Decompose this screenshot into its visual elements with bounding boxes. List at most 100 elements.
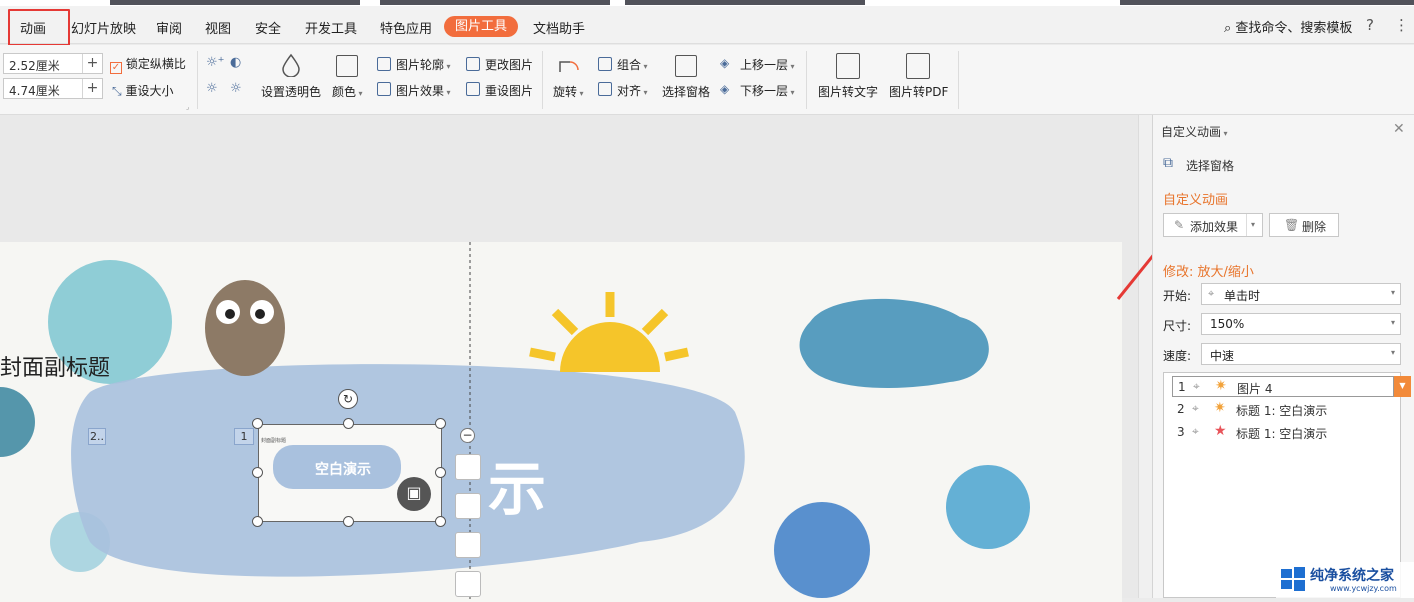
- outline-button[interactable]: 图片轮廓 ▾: [396, 56, 451, 73]
- start-select[interactable]: ⌖ 单击时 ▾: [1201, 283, 1401, 305]
- pane-header[interactable]: 自定义动画 ▾: [1161, 123, 1228, 140]
- watermark-url: www.ycwjzy.com: [1330, 584, 1397, 593]
- rotate-icon[interactable]: [557, 54, 581, 76]
- resize-handle[interactable]: [252, 418, 263, 429]
- height-field[interactable]: 2.52厘米 +: [3, 53, 103, 74]
- resize-handle[interactable]: [435, 418, 446, 429]
- image-icon[interactable]: ▣: [397, 477, 431, 511]
- list-item[interactable]: 3 ⌖ ★ 标题 1: 空白演示: [1172, 422, 1394, 443]
- zoom-in-icon[interactable]: [455, 571, 481, 597]
- help-icon[interactable]: ?: [1366, 16, 1374, 34]
- item-name: 标题 1: 空白演示: [1236, 404, 1328, 418]
- ribbon-divider: [197, 51, 198, 109]
- menu-security[interactable]: 安全: [255, 18, 281, 37]
- list-item[interactable]: 2 ⌖ ✷ 标题 1: 空白演示: [1172, 399, 1394, 420]
- lock-ratio-checkbox[interactable]: ✓ 锁定纵横比: [110, 55, 186, 74]
- mouse-icon: ⌖: [1192, 424, 1199, 438]
- watermark: 纯净系统之家 www.ycwjzy.com: [1276, 562, 1414, 598]
- pencil-icon: ✎: [1174, 218, 1185, 232]
- width-plus-button[interactable]: +: [82, 79, 102, 98]
- delete-label: 删除: [1302, 220, 1327, 234]
- send-backward-icon: ◈: [720, 82, 730, 96]
- transparency-label[interactable]: 设置透明色: [261, 83, 321, 100]
- menu-review[interactable]: 审阅: [156, 18, 182, 37]
- more-icon[interactable]: ⋮: [1394, 16, 1409, 34]
- close-icon[interactable]: ✕: [1393, 121, 1405, 137]
- slide[interactable]: 封面副标题 示 2.. 1 空白演示 封面副标题 ▣ ↻ −: [0, 242, 1122, 602]
- group-button[interactable]: 组合 ▾: [617, 56, 648, 73]
- pic-to-pdf-icon[interactable]: [906, 53, 930, 79]
- size-select[interactable]: 150% ▾: [1201, 313, 1401, 335]
- section-title: 自定义动画: [1163, 193, 1229, 208]
- brightness-up-icon[interactable]: ☼⁺: [206, 55, 225, 70]
- height-plus-button[interactable]: +: [82, 54, 102, 73]
- size-value: 150%: [1210, 317, 1245, 331]
- resize-handle[interactable]: [252, 516, 263, 527]
- item-dropdown-icon[interactable]: ▼: [1394, 376, 1411, 397]
- send-backward-button[interactable]: 下移一层 ▾: [740, 82, 795, 99]
- speed-select[interactable]: 中速 ▾: [1201, 343, 1401, 365]
- selected-picture[interactable]: 空白演示 封面副标题 ▣: [258, 424, 442, 522]
- tab-picture-tools[interactable]: 图片工具: [444, 16, 518, 37]
- color-label-text: 颜色: [332, 85, 357, 99]
- change-picture-button[interactable]: 更改图片: [485, 56, 533, 73]
- effect-star-icon: ★: [1214, 423, 1227, 439]
- outline-icon: [377, 57, 391, 71]
- menu-view[interactable]: 视图: [205, 18, 231, 37]
- rotate-handle-icon[interactable]: ↻: [338, 389, 358, 409]
- mouse-icon: ⌖: [1208, 287, 1215, 300]
- menu-dev-tools[interactable]: 开发工具: [305, 18, 357, 37]
- contrast-down-icon[interactable]: ☼: [230, 81, 242, 96]
- reset-size-button[interactable]: ⤡ 重设大小: [112, 82, 173, 99]
- vertical-scrollbar[interactable]: [1138, 115, 1152, 598]
- add-effect-button[interactable]: ✎ 添加效果 ▾: [1163, 213, 1263, 237]
- color-icon[interactable]: [336, 55, 358, 77]
- pic-to-text-label[interactable]: 图片转文字: [818, 83, 878, 100]
- dialog-launcher-icon[interactable]: ⌟: [186, 103, 189, 111]
- command-search[interactable]: ⌕ 查找命令、搜索模板: [1224, 17, 1352, 36]
- effects-button[interactable]: 图片效果 ▾: [396, 82, 451, 99]
- select-pane-label[interactable]: 选择窗格: [662, 83, 710, 100]
- delete-button[interactable]: 🗑 删除: [1269, 213, 1339, 237]
- speed-label: 速度:: [1163, 349, 1192, 363]
- select-pane-icon[interactable]: [675, 55, 697, 77]
- group-icon: [598, 57, 612, 71]
- resize-handle[interactable]: [343, 516, 354, 527]
- menu-slideshow[interactable]: 幻灯片放映: [71, 18, 136, 37]
- ribbon-divider: [958, 51, 959, 109]
- menu-features[interactable]: 特色应用: [380, 18, 432, 37]
- reset-picture-button[interactable]: 重设图片: [485, 82, 533, 99]
- brightness-down-icon[interactable]: ☼: [206, 81, 218, 96]
- pane-header-label: 自定义动画: [1161, 125, 1222, 139]
- pic-to-pdf-label[interactable]: 图片转PDF: [889, 83, 948, 100]
- collapse-icon[interactable]: −: [460, 428, 475, 443]
- align-button[interactable]: 对齐 ▾: [617, 82, 648, 99]
- menu-doc-assistant[interactable]: 文档助手: [533, 18, 585, 37]
- resize-handle[interactable]: [252, 467, 263, 478]
- resize-handle[interactable]: [435, 467, 446, 478]
- slide-title[interactable]: 示: [488, 442, 546, 526]
- bring-forward-icon: ◈: [720, 56, 730, 70]
- list-item[interactable]: 1 ⌖ ✷ 图片 4 ▼: [1172, 376, 1411, 397]
- transparency-icon[interactable]: [280, 53, 302, 78]
- bring-forward-button[interactable]: 上移一层 ▾: [740, 56, 795, 73]
- chevron-down-icon: ▾: [1251, 220, 1256, 229]
- slide-subtitle[interactable]: 封面副标题: [0, 350, 110, 382]
- crop-icon[interactable]: [455, 493, 481, 519]
- pic-to-text-icon[interactable]: [836, 53, 860, 79]
- effect-star-icon: ✷: [1214, 400, 1226, 416]
- split-icon[interactable]: [455, 532, 481, 558]
- ribbon-picture-tools: 2.52厘米 + 4.74厘米 + ✓ 锁定纵横比 ⤡ 重设大小 ☼⁺ ◐ ☼ ☼ …: [0, 45, 1414, 115]
- resize-handle[interactable]: [435, 516, 446, 527]
- rotate-label[interactable]: 旋转 ▾: [553, 83, 584, 100]
- checkbox-checked-icon: ✓: [110, 62, 122, 74]
- color-label[interactable]: 颜色 ▾: [332, 83, 363, 100]
- size-label: 尺寸:: [1163, 319, 1192, 333]
- contrast-up-icon[interactable]: ◐: [230, 55, 241, 70]
- layers-icon[interactable]: [455, 454, 481, 480]
- select-pane-link[interactable]: 选择窗格: [1186, 157, 1234, 174]
- trash-icon: 🗑: [1284, 218, 1300, 232]
- resize-handle[interactable]: [343, 418, 354, 429]
- align-icon: [598, 82, 612, 96]
- width-field[interactable]: 4.74厘米 +: [3, 78, 103, 99]
